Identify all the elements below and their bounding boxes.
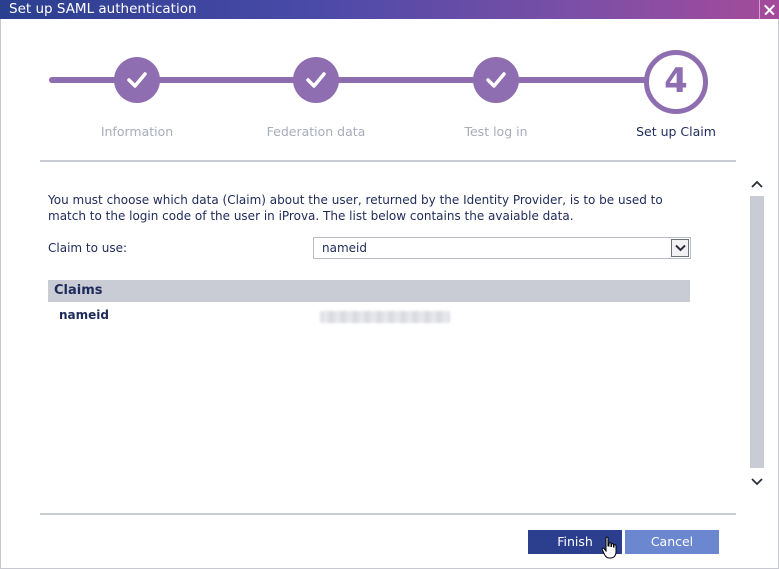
step-4-current: 4	[644, 50, 708, 114]
intro-text: You must choose which data (Claim) about…	[48, 193, 663, 223]
header-divider	[40, 160, 736, 162]
claim-row-name: nameid	[59, 308, 109, 322]
scroll-up-icon[interactable]	[749, 177, 765, 193]
step-label-information: Information	[100, 124, 174, 139]
claims-table-header: Claims	[48, 280, 690, 302]
step-1-complete-icon	[114, 57, 160, 103]
step-label-federation-data: Federation data	[266, 124, 366, 139]
claim-to-use-label: Claim to use:	[48, 241, 128, 255]
claim-row-value-redacted	[320, 311, 450, 323]
step-2-complete-icon	[293, 57, 339, 103]
scroll-down-icon[interactable]	[749, 473, 765, 489]
scroll-thumb[interactable]	[750, 196, 764, 468]
hand-cursor-icon	[601, 536, 617, 559]
step-3-complete-icon	[473, 57, 519, 103]
chevron-down-icon[interactable]	[671, 239, 689, 257]
close-icon[interactable]	[759, 0, 778, 19]
claim-select[interactable]: nameid	[313, 237, 691, 259]
step-label-set-up-claim: Set up Claim	[636, 124, 716, 139]
window-title: Set up SAML authentication	[9, 1, 197, 17]
content-scrollbar[interactable]	[748, 172, 766, 494]
cancel-button[interactable]: Cancel	[625, 530, 719, 554]
footer-divider	[40, 513, 736, 515]
window-titlebar: Set up SAML authentication	[0, 0, 779, 19]
claim-select-value: nameid	[322, 241, 367, 255]
step-label-test-log-in: Test log in	[464, 124, 528, 139]
